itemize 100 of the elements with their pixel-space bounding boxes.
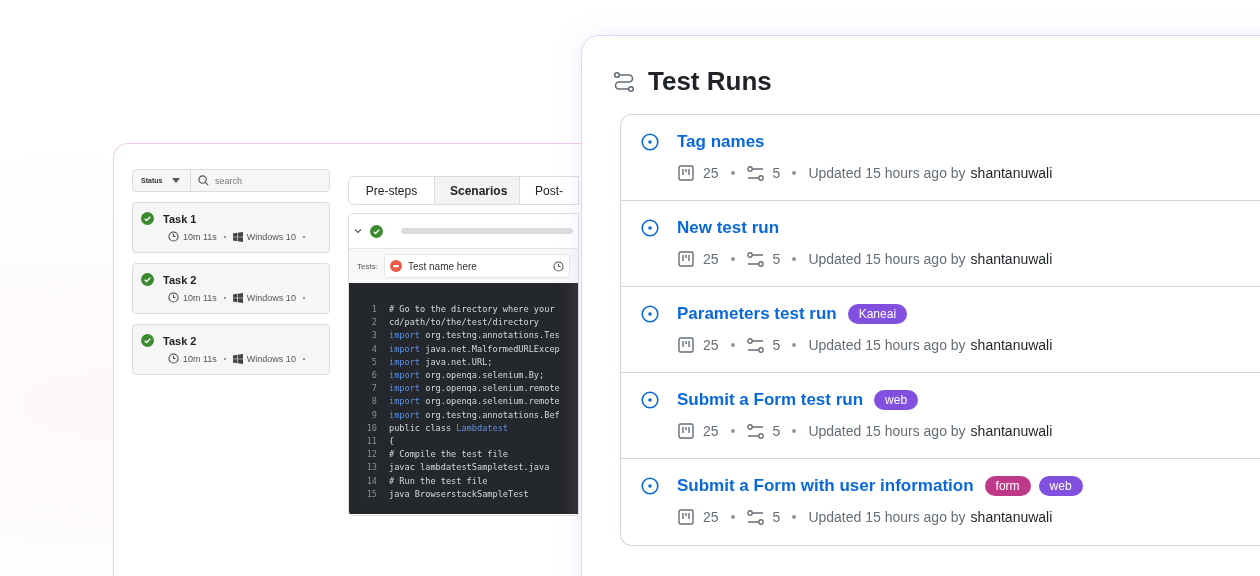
windows-icon: [232, 353, 243, 364]
clock-icon: [168, 292, 179, 303]
updated-text: Updated 15 hours ago by: [808, 165, 966, 181]
steps-icon: [746, 509, 764, 525]
separator-dot: [730, 257, 735, 261]
line-number: 3: [370, 329, 378, 343]
task-card[interactable]: Task 1 10m 11s Windows 10: [132, 202, 330, 253]
case-count: 25: [703, 251, 719, 267]
run-link[interactable]: Tag names: [677, 132, 765, 152]
board-icon: [678, 337, 694, 353]
code-line: # Run the test file: [389, 474, 488, 488]
line-number: 1: [370, 303, 378, 316]
task-name: Task 1: [163, 212, 197, 225]
board-icon: [678, 165, 694, 181]
steps-icon: [746, 337, 764, 353]
separator-dot: [792, 429, 797, 433]
step-count: 5: [772, 165, 781, 181]
test-name: Test name here: [407, 260, 477, 272]
runs-icon: [613, 70, 635, 92]
run-link[interactable]: New test run: [677, 218, 780, 238]
task-card[interactable]: Task 2 10m 11s Windows 10: [132, 263, 330, 314]
run-status-icon: [641, 219, 659, 237]
run-status-icon: [641, 391, 659, 409]
line-number: 11: [365, 435, 378, 449]
line-number: 10: [365, 421, 378, 435]
code-line: cd/path/to/the/test/directory: [389, 316, 540, 330]
run-status-icon: [641, 477, 659, 495]
os-text: Windows 10: [246, 292, 296, 303]
run-link[interactable]: Parameters test run: [677, 304, 837, 324]
stop-icon: [389, 260, 402, 272]
line-number: 7: [370, 382, 378, 396]
author-link[interactable]: shantanuwali: [970, 337, 1053, 353]
duration-text: 10m 11s: [183, 292, 217, 303]
search-icon: [198, 175, 209, 186]
updated-text: Updated 15 hours ago by: [808, 509, 966, 525]
case-count: 25: [703, 337, 719, 353]
code-line: # Go to the directory where your: [389, 303, 555, 316]
code-line: java BrowserstackSampleTest: [389, 487, 529, 501]
author-link[interactable]: shantanuwali: [970, 509, 1053, 525]
line-number: 6: [370, 369, 378, 382]
duration-text: 10m 11s: [183, 231, 217, 242]
line-number: 9: [370, 408, 378, 422]
separator-dot: [792, 171, 797, 175]
run-link[interactable]: Submit a Form test run: [677, 390, 864, 410]
clock-icon: [168, 231, 179, 242]
chevron-icon[interactable]: [354, 227, 362, 235]
tab[interactable]: Pre-steps: [348, 176, 435, 205]
updated-text: Updated 15 hours ago by: [808, 251, 966, 267]
code-line: import org.testng.annotations.Tes: [389, 329, 560, 343]
tag-label: Kaneai: [847, 304, 908, 324]
code-line: import java.net.MalformedURLExcep: [389, 342, 560, 356]
test-field[interactable]: Test name here: [383, 254, 570, 278]
os-text: Windows 10: [246, 353, 296, 364]
line-number: 2: [370, 316, 378, 330]
task-name: Task 2: [163, 273, 197, 286]
code-line: import org.openqa.selenium.By;: [389, 369, 545, 382]
line-number: 13: [365, 461, 378, 475]
case-count: 25: [703, 423, 719, 439]
updated-text: Updated 15 hours ago by: [808, 423, 966, 439]
step-count: 5: [772, 423, 781, 439]
step-count: 5: [772, 251, 781, 267]
line-number: 8: [370, 395, 378, 409]
duration-text: 10m 11s: [183, 353, 217, 364]
code-line: public class Lambdatest: [389, 421, 508, 435]
separator-dot: [792, 515, 797, 519]
task-card[interactable]: Task 2 10m 11s Windows 10: [132, 324, 330, 375]
page-title: Test Runs: [648, 65, 772, 97]
line-number: 15: [365, 487, 378, 501]
separator-dot: [730, 343, 735, 347]
separator-dot: [730, 515, 735, 519]
line-number: 4: [370, 342, 378, 356]
clock-icon: [553, 260, 564, 272]
tab[interactable]: Scenarios: [435, 176, 520, 205]
board-icon: [678, 251, 694, 267]
step-count: 5: [772, 337, 781, 353]
step-count: 5: [772, 509, 781, 525]
code-line: import org.openqa.selenium.remote: [389, 382, 560, 396]
code-line: {: [389, 435, 395, 449]
separator-dot: [730, 429, 735, 433]
code-line: javac lambdatestSampletest.java: [389, 461, 550, 475]
line-number: 5: [370, 355, 378, 369]
run-link[interactable]: Submit a Form with user information: [677, 476, 974, 496]
search-field[interactable]: search: [215, 175, 315, 186]
os-text: Windows 10: [246, 231, 296, 242]
author-link[interactable]: shantanuwali: [970, 423, 1053, 439]
tab[interactable]: Post-: [520, 176, 579, 205]
updated-text: Updated 15 hours ago by: [808, 337, 966, 353]
board-icon: [678, 509, 694, 525]
run-status-icon: [641, 305, 659, 323]
author-link[interactable]: shantanuwali: [970, 165, 1053, 181]
separator-dot: [792, 257, 797, 261]
separator-dot: [792, 343, 797, 347]
caret-icon: [172, 178, 181, 183]
case-count: 25: [703, 509, 719, 525]
code-line: import java.net.URL;: [389, 355, 493, 369]
task-name: Task 2: [163, 334, 197, 347]
board-icon: [678, 423, 694, 439]
author-link[interactable]: shantanuwali: [970, 251, 1053, 267]
steps-icon: [746, 251, 764, 267]
windows-icon: [232, 292, 243, 303]
